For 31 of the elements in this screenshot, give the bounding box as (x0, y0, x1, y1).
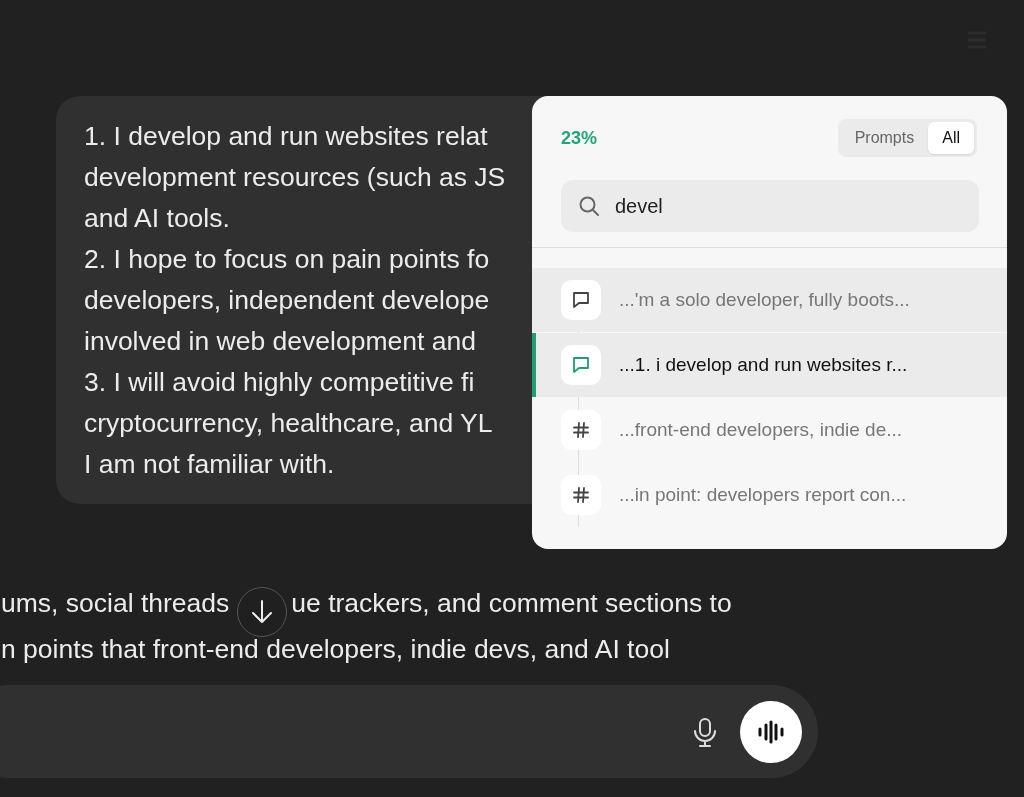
response-text: ue trackers, and comment sections to (291, 587, 732, 620)
message-line: 2. I hope to focus on pain points fo (84, 243, 491, 276)
speech-bubble-icon (571, 290, 591, 310)
hash-icon (572, 486, 590, 504)
filter-tab[interactable]: All (928, 122, 974, 154)
search-field[interactable]: devel (561, 180, 979, 232)
message-line: involved in web development and (84, 325, 477, 358)
microphone-button[interactable] (692, 716, 718, 747)
hash-icon (572, 421, 590, 439)
message-line: development resources (such as JS (84, 161, 507, 194)
message-line: and AI tools. (84, 202, 231, 235)
microphone-icon (692, 716, 718, 747)
speech-bubble-icon (571, 355, 591, 375)
message-line: 1. I develop and run websites relat (84, 120, 489, 153)
message-line: 3. I will avoid highly competitive fi (84, 366, 476, 399)
result-item[interactable]: ...'m a solo developer, fully boots... (532, 268, 1007, 332)
progress-percent: 23% (561, 127, 598, 149)
message-composer[interactable] (0, 685, 818, 778)
filter-tab[interactable]: Prompts (840, 122, 929, 154)
message-line: I am not familiar with. (84, 448, 336, 481)
response-text: n points that front-end developers, indie devs, and AI tool (1, 633, 670, 666)
message-line: developers, independent develope (84, 284, 491, 317)
result-item[interactable]: ...in point: developers report con... (532, 463, 1007, 527)
result-item[interactable]: ...1. i develop and run websites r... (532, 333, 1007, 397)
response-text: ums, social threads (1, 587, 230, 620)
scroll-down-button[interactable] (237, 587, 288, 637)
waveform-icon (757, 719, 785, 744)
result-item[interactable]: ...front-end developers, indie de... (532, 398, 1007, 462)
arrow-down-icon (250, 599, 275, 625)
message-line: cryptocurrency, healthcare, and YL (84, 407, 494, 440)
search-icon (577, 194, 601, 218)
